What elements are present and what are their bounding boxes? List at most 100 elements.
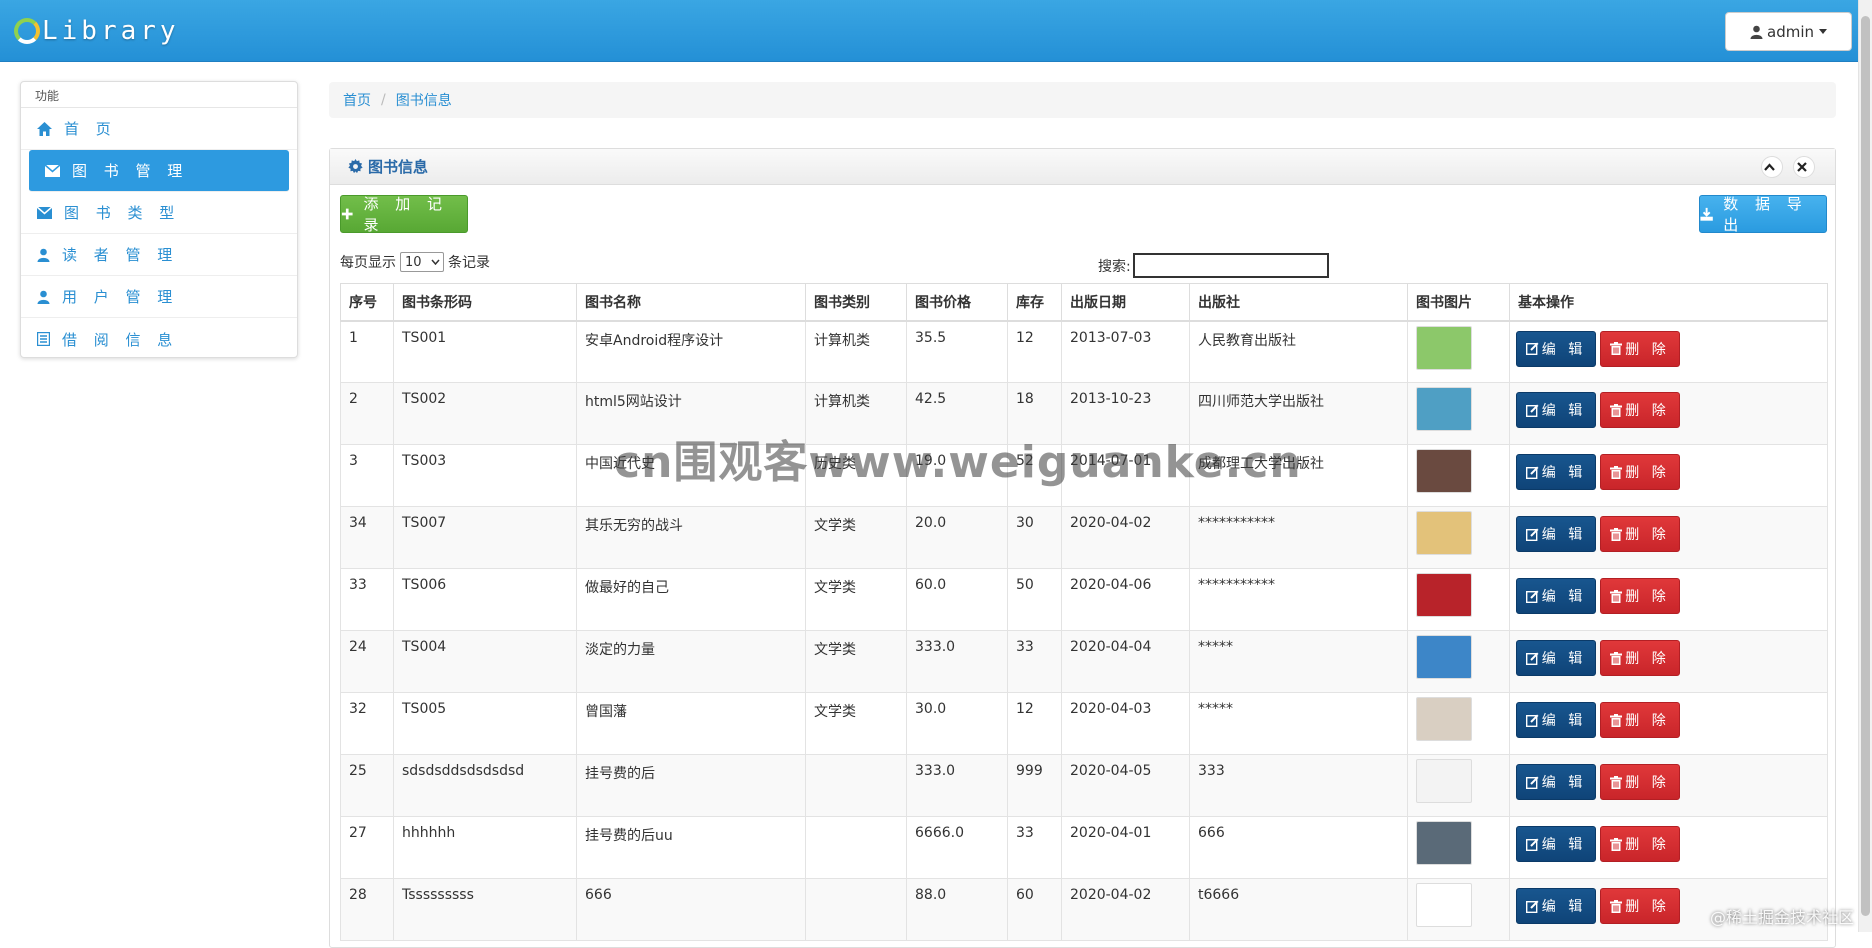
edit-label: 编 辑 [1541,341,1587,358]
delete-button[interactable]: 删 除 [1600,888,1680,924]
edit-button[interactable]: 编 辑 [1516,640,1596,676]
cell-price: 30.0 [906,692,1008,755]
cell-image [1407,444,1510,507]
delete-button[interactable]: 删 除 [1600,578,1680,614]
column-header[interactable]: 序号 [340,283,394,322]
close-button[interactable] [1793,156,1815,178]
column-header[interactable]: 出版社 [1189,283,1408,322]
cell-date: 2014-07-01 [1061,444,1190,507]
vertical-scrollbar[interactable] [1858,0,1872,932]
row-actions: 编 辑删 除 [1516,577,1827,614]
edit-button[interactable]: 编 辑 [1516,392,1596,428]
cell-date: 2020-04-03 [1061,692,1190,755]
sidebar-item-book-management[interactable]: 图 书 管 理 [29,150,289,192]
sidebar-item-label: 读 者 管 理 [62,246,179,264]
book-cover-thumbnail[interactable] [1416,325,1472,370]
table-row: 34 TS007 其乐无穷的战斗 文学类 20.0 30 2020-04-02 *******… [340,506,1828,569]
cell-price: 20.0 [906,506,1008,569]
column-header[interactable]: 图书类别 [805,283,907,322]
cell-code: TS002 [393,382,577,445]
cell-code: Tsssssssss [393,878,577,941]
book-cover-thumbnail[interactable] [1416,635,1472,679]
list-icon [37,332,50,346]
column-header[interactable]: 图书名称 [576,283,806,322]
book-cover-thumbnail[interactable] [1416,759,1472,803]
edit-icon [1525,651,1539,665]
cell-publisher: *********** [1189,506,1408,569]
cell-actions: 编 辑删 除 [1509,506,1828,569]
table-header-row: 序号 图书条形码 图书名称 图书类别 图书价格 库存 出版日期 出版社 图书图片… [340,283,1828,322]
cell-price: 6666.0 [906,816,1008,879]
delete-button[interactable]: 删 除 [1600,330,1680,367]
edit-label: 编 辑 [1541,589,1587,605]
cell-code: sdsdsddsdsdsdsd [393,754,577,817]
column-header[interactable]: 图书条形码 [393,283,577,322]
delete-button[interactable]: 删 除 [1600,826,1680,862]
cell-actions: 编 辑删 除 [1509,382,1828,445]
column-header[interactable]: 出版日期 [1061,283,1190,322]
collapse-button[interactable] [1761,156,1783,178]
breadcrumb-current-link[interactable]: 图书信息 [396,90,452,110]
sidebar-item-home[interactable]: 首 页 [21,108,297,150]
user-menu-button[interactable]: admin [1725,12,1852,51]
cell-image [1407,506,1510,569]
delete-button[interactable]: 删 除 [1600,764,1680,800]
chevron-down-icon [431,259,440,265]
delete-button[interactable]: 删 除 [1600,640,1680,676]
book-cover-thumbnail[interactable] [1416,449,1472,493]
edit-button[interactable]: 编 辑 [1516,888,1596,924]
book-cover-thumbnail[interactable] [1416,387,1472,431]
column-header[interactable]: 图书图片 [1407,283,1510,322]
sidebar-item-user-management[interactable]: 用 户 管 理 [21,276,297,318]
delete-label: 删 除 [1625,713,1670,729]
delete-label: 删 除 [1625,527,1670,543]
cell-code: hhhhhh [393,816,577,879]
page-size-select[interactable]: 10 [400,252,444,272]
delete-button[interactable]: 删 除 [1600,702,1680,738]
edit-label: 编 辑 [1541,651,1587,667]
edit-label: 编 辑 [1541,465,1587,481]
envelope-icon [37,206,52,219]
cell-price: 19.0 [906,444,1008,507]
edit-button[interactable]: 编 辑 [1516,826,1596,862]
table-row: 3 TS003 中国近代史 历史类 19.0 52 2014-07-01 成都理工大学出版社 编… [340,444,1828,507]
user-icon [37,248,50,262]
envelope-icon [45,164,60,177]
book-cover-thumbnail[interactable] [1416,697,1472,741]
cell-id: 28 [340,878,394,941]
add-record-button[interactable]: 添 加 记 录 [340,195,468,234]
book-cover-thumbnail[interactable] [1416,511,1472,555]
cell-name: 中国近代史 [576,444,806,507]
delete-button[interactable]: 删 除 [1600,392,1680,428]
edit-label: 编 辑 [1541,837,1587,853]
book-cover-thumbnail[interactable] [1416,883,1472,927]
column-header[interactable]: 图书价格 [906,283,1008,322]
column-header[interactable]: 库存 [1007,283,1062,322]
delete-button[interactable]: 删 除 [1600,516,1680,552]
edit-button[interactable]: 编 辑 [1516,516,1596,552]
book-cover-thumbnail[interactable] [1416,821,1472,865]
trash-icon [1610,527,1623,541]
edit-button[interactable]: 编 辑 [1516,702,1596,738]
edit-button[interactable]: 编 辑 [1516,330,1596,367]
column-header[interactable]: 基本操作 [1509,283,1828,322]
sidebar-item-borrow-info[interactable]: 借 阅 信 息 [21,318,297,360]
app-logo[interactable]: Library [14,14,180,48]
edit-button[interactable]: 编 辑 [1516,454,1596,490]
edit-button[interactable]: 编 辑 [1516,764,1596,800]
scrollbar-thumb[interactable] [1861,16,1870,916]
breadcrumb-home-link[interactable]: 首页 [343,90,371,110]
table-row: 28 Tsssssssss 666 88.0 60 2020-04-02 t6666 编 辑 删… [340,878,1828,941]
delete-button[interactable]: 删 除 [1600,454,1680,490]
cell-id: 33 [340,568,394,631]
row-actions: 编 辑删 除 [1516,763,1827,800]
sidebar-item-book-types[interactable]: 图 书 类 型 [21,192,297,234]
cell-date: 2020-04-04 [1061,630,1190,693]
cell-name: 其乐无穷的战斗 [576,506,806,569]
export-data-button[interactable]: 数 据 导 出 [1699,195,1827,234]
search-input[interactable] [1132,253,1329,278]
book-cover-thumbnail[interactable] [1416,573,1472,617]
trash-icon [1610,837,1623,851]
sidebar-item-reader-management[interactable]: 读 者 管 理 [21,234,297,276]
edit-button[interactable]: 编 辑 [1516,578,1596,614]
